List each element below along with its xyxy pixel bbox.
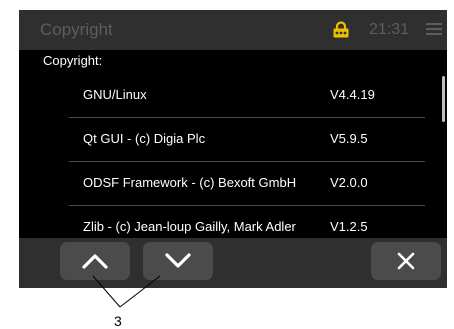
- item-name: GNU/Linux: [83, 87, 147, 102]
- list-item: GNU/Linux V4.4.19: [69, 74, 425, 118]
- item-version: V2.0.0: [330, 175, 368, 190]
- copyright-list: GNU/Linux V4.4.19 Qt GUI - (c) Digia Plc…: [69, 74, 425, 249]
- item-name: Qt GUI - (c) Digia Plc: [83, 131, 206, 146]
- item-name: ODSF Framework - (c) Bexoft GmbH: [83, 175, 297, 190]
- page-title: Copyright: [40, 20, 113, 39]
- scrollbar[interactable]: [442, 76, 445, 122]
- callout-number: 3: [114, 313, 122, 329]
- hamburger-menu-icon[interactable]: [426, 23, 442, 36]
- lock-icon: [333, 21, 349, 38]
- button-bar: [19, 238, 447, 288]
- chevron-up-icon: [82, 254, 108, 269]
- chevron-down-icon: [165, 253, 191, 268]
- clock-time: 21:31: [369, 21, 410, 38]
- item-version: V4.4.19: [330, 87, 375, 102]
- close-icon: [397, 252, 415, 270]
- list-item: Qt GUI - (c) Digia Plc V5.9.5: [69, 118, 425, 162]
- title-bar: Copyright 21:31: [19, 10, 447, 50]
- scroll-up-button[interactable]: [60, 242, 130, 280]
- item-name: Zlib - (c) Jean-loup Gailly, Mark Adler: [83, 219, 296, 234]
- item-version: V1.2.5: [330, 219, 368, 234]
- close-button[interactable]: [371, 242, 441, 280]
- device-screen: Copyright 21:31 Copyright: GNU/Linux V4.…: [19, 10, 447, 288]
- section-label: Copyright:: [43, 53, 103, 68]
- list-item: ODSF Framework - (c) Bexoft GmbH V2.0.0: [69, 162, 425, 206]
- scroll-down-button[interactable]: [143, 242, 213, 280]
- item-version: V5.9.5: [330, 131, 368, 146]
